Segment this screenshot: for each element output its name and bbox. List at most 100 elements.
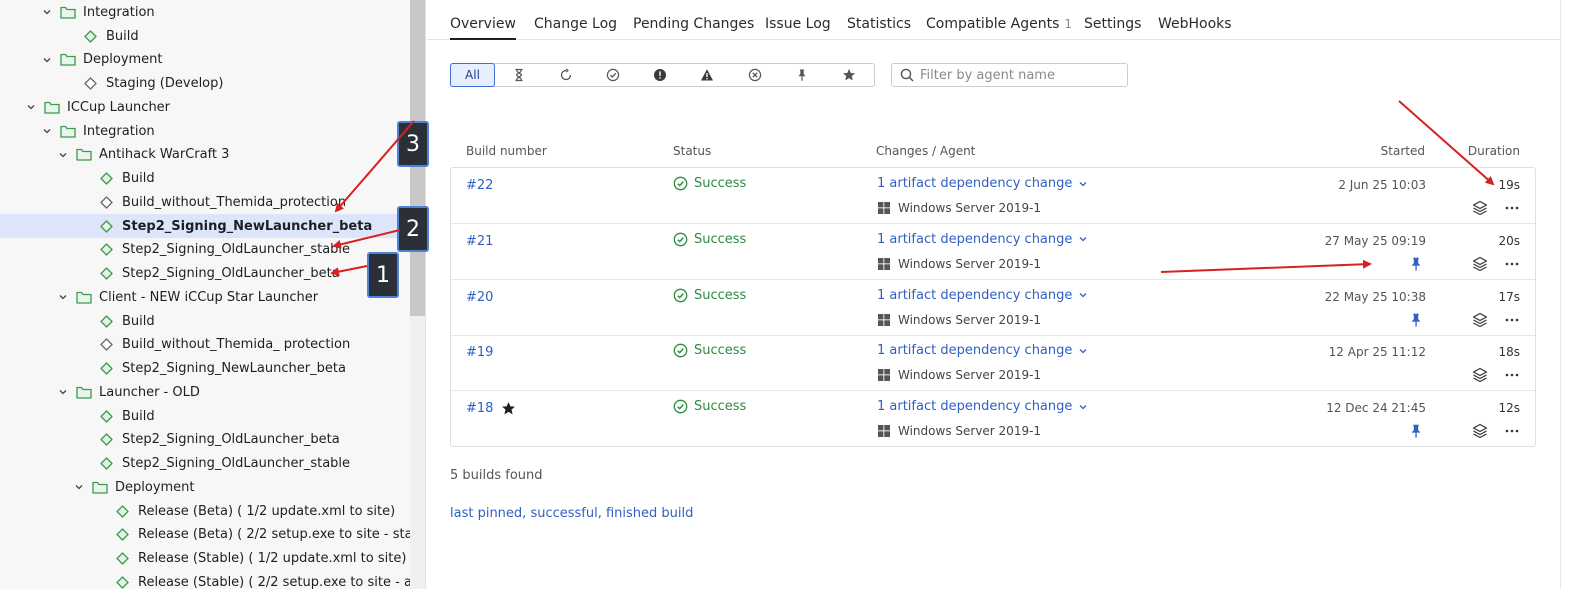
changes-link[interactable]: 1 artifact dependency change: [877, 343, 1088, 358]
tree-build-config[interactable]: Step2_Signing_OldLauncher_beta: [0, 428, 410, 452]
chevron-down-icon[interactable]: [24, 100, 38, 114]
tree-folder[interactable]: Client - NEW iCCup Star Launcher: [0, 286, 410, 310]
tab-compatible-agents[interactable]: Compatible Agents 1: [926, 16, 1072, 40]
build-agent[interactable]: Windows Server 2019-1: [878, 313, 1041, 327]
build-agent[interactable]: Windows Server 2019-1: [878, 424, 1041, 438]
changes-link[interactable]: 1 artifact dependency change: [877, 176, 1088, 191]
more-options-icon[interactable]: [1504, 200, 1520, 216]
filter-error-button[interactable]: [637, 64, 684, 86]
build-number-link[interactable]: #22: [466, 178, 493, 193]
build-status[interactable]: Success: [673, 288, 746, 303]
more-options-icon[interactable]: [1504, 423, 1520, 439]
tab-settings[interactable]: Settings: [1084, 16, 1141, 40]
build-duration: 17s: [1498, 289, 1520, 304]
more-options-icon[interactable]: [1504, 312, 1520, 328]
tree-build-config[interactable]: Build: [0, 404, 410, 428]
chevron-down-icon[interactable]: [40, 124, 54, 138]
tree-folder[interactable]: ICCup Launcher: [0, 96, 410, 120]
tab-overview[interactable]: Overview: [450, 16, 516, 40]
column-header-build-number[interactable]: Build number: [466, 144, 547, 158]
builds-table: #22 Success 1 artifact dependency change Wi…: [450, 167, 1536, 447]
tree-item-label: Step2_Signing_OldLauncher_beta: [122, 266, 340, 282]
build-status[interactable]: Success: [673, 176, 746, 191]
more-options-icon[interactable]: [1504, 256, 1520, 272]
build-status[interactable]: Success: [673, 232, 746, 247]
build-number-link[interactable]: #19: [466, 345, 493, 360]
filter-cancelled-button[interactable]: [731, 64, 778, 86]
build-status[interactable]: Success: [673, 399, 746, 414]
last-pinned-build-link[interactable]: last pinned, successful, finished build: [450, 506, 693, 521]
tree-folder[interactable]: Deployment: [0, 476, 410, 500]
tree-build-config[interactable]: Release (Beta) ( 2/2 setup.exe to site -…: [0, 523, 425, 547]
agent-filter-box[interactable]: [891, 63, 1128, 87]
tree-build-config[interactable]: Release (Beta) ( 1/2 update.xml to site): [0, 499, 410, 523]
tree-build-config[interactable]: Release (Stable) ( 2/2 setup.exe to site…: [0, 571, 425, 589]
chevron-down-icon[interactable]: [56, 148, 70, 162]
tree-build-config[interactable]: Build_without_Themida_protection: [0, 191, 410, 215]
chevron-down-icon[interactable]: [40, 5, 54, 19]
tree-build-config[interactable]: Step2_Signing_OldLauncher_beta: [0, 262, 410, 286]
filter-pin-button[interactable]: [778, 64, 825, 86]
tree-build-config[interactable]: Build: [0, 309, 410, 333]
chevron-down-icon[interactable]: [56, 385, 70, 399]
agent-filter-input[interactable]: [920, 67, 1120, 83]
chevron-down-icon[interactable]: [56, 290, 70, 304]
tree-item-label: Staging (Develop): [106, 76, 224, 92]
changes-link[interactable]: 1 artifact dependency change: [877, 232, 1088, 247]
pin-icon[interactable]: [1409, 312, 1423, 328]
changes-link[interactable]: 1 artifact dependency change: [877, 399, 1088, 414]
filter-star-button[interactable]: [825, 64, 872, 86]
tree-folder[interactable]: Integration: [0, 119, 410, 143]
artifacts-icon[interactable]: [1472, 200, 1488, 216]
filter-running-button[interactable]: [542, 64, 589, 86]
chevron-down-icon: [1072, 346, 1088, 356]
changes-link[interactable]: 1 artifact dependency change: [877, 288, 1088, 303]
artifacts-icon[interactable]: [1472, 312, 1488, 328]
tree-build-config[interactable]: Release (Stable) ( 1/2 update.xml to sit…: [0, 547, 410, 571]
tab-change-log[interactable]: Change Log: [534, 16, 617, 40]
tree-build-config[interactable]: Step2_Signing_NewLauncher_beta: [0, 214, 410, 239]
build-number-link[interactable]: #21: [466, 234, 493, 249]
tab-webhooks[interactable]: WebHooks: [1158, 16, 1232, 40]
tab-statistics[interactable]: Statistics: [847, 16, 911, 40]
column-header-started[interactable]: Started: [1381, 144, 1425, 158]
tree-build-config[interactable]: Step2_Signing_NewLauncher_beta: [0, 357, 410, 381]
filter-all-button[interactable]: All: [450, 63, 495, 87]
artifacts-icon[interactable]: [1472, 367, 1488, 383]
filter-warning-button[interactable]: [684, 64, 731, 86]
artifacts-icon[interactable]: [1472, 256, 1488, 272]
chevron-down-icon[interactable]: [72, 480, 86, 494]
tree-folder[interactable]: Deployment: [0, 48, 410, 72]
tab-issue-log[interactable]: Issue Log: [765, 16, 831, 40]
build-config-icon: [100, 267, 113, 280]
build-status[interactable]: Success: [673, 343, 746, 358]
build-config-icon: [84, 29, 97, 43]
tree-folder[interactable]: Launcher - OLD: [0, 381, 410, 405]
tree-build-config[interactable]: Step2_Signing_OldLauncher_stable: [0, 238, 410, 262]
tree-build-config[interactable]: Build: [0, 24, 410, 48]
main-scrollbar[interactable]: [1560, 0, 1587, 589]
pin-icon[interactable]: [1409, 423, 1423, 439]
build-number-link[interactable]: #18: [466, 401, 516, 416]
tree-build-config[interactable]: Build: [0, 167, 410, 191]
tree-build-config[interactable]: Step2_Signing_OldLauncher_stable: [0, 452, 410, 476]
chevron-down-icon[interactable]: [40, 53, 54, 67]
filter-success-check-button[interactable]: [589, 64, 636, 86]
column-header-status[interactable]: Status: [673, 144, 711, 158]
build-agent[interactable]: Windows Server 2019-1: [878, 201, 1041, 215]
changes-text: 1 artifact dependency change: [877, 176, 1073, 191]
tree-folder[interactable]: Antihack WarCraft 3: [0, 143, 410, 167]
more-options-icon[interactable]: [1504, 367, 1520, 383]
artifacts-icon[interactable]: [1472, 423, 1488, 439]
build-agent[interactable]: Windows Server 2019-1: [878, 368, 1041, 382]
filter-hourglass-button[interactable]: [495, 64, 542, 86]
tree-build-config[interactable]: Staging (Develop): [0, 72, 410, 96]
pin-icon[interactable]: [1409, 256, 1423, 272]
build-number-link[interactable]: #20: [466, 290, 493, 305]
tree-build-config[interactable]: Build_without_Themida_ protection: [0, 333, 410, 357]
tree-folder[interactable]: Integration: [0, 1, 410, 25]
column-header-changes[interactable]: Changes / Agent: [876, 144, 975, 158]
build-agent[interactable]: Windows Server 2019-1: [878, 257, 1041, 271]
tab-pending-changes[interactable]: Pending Changes: [633, 16, 754, 40]
column-header-duration[interactable]: Duration: [1468, 144, 1520, 158]
